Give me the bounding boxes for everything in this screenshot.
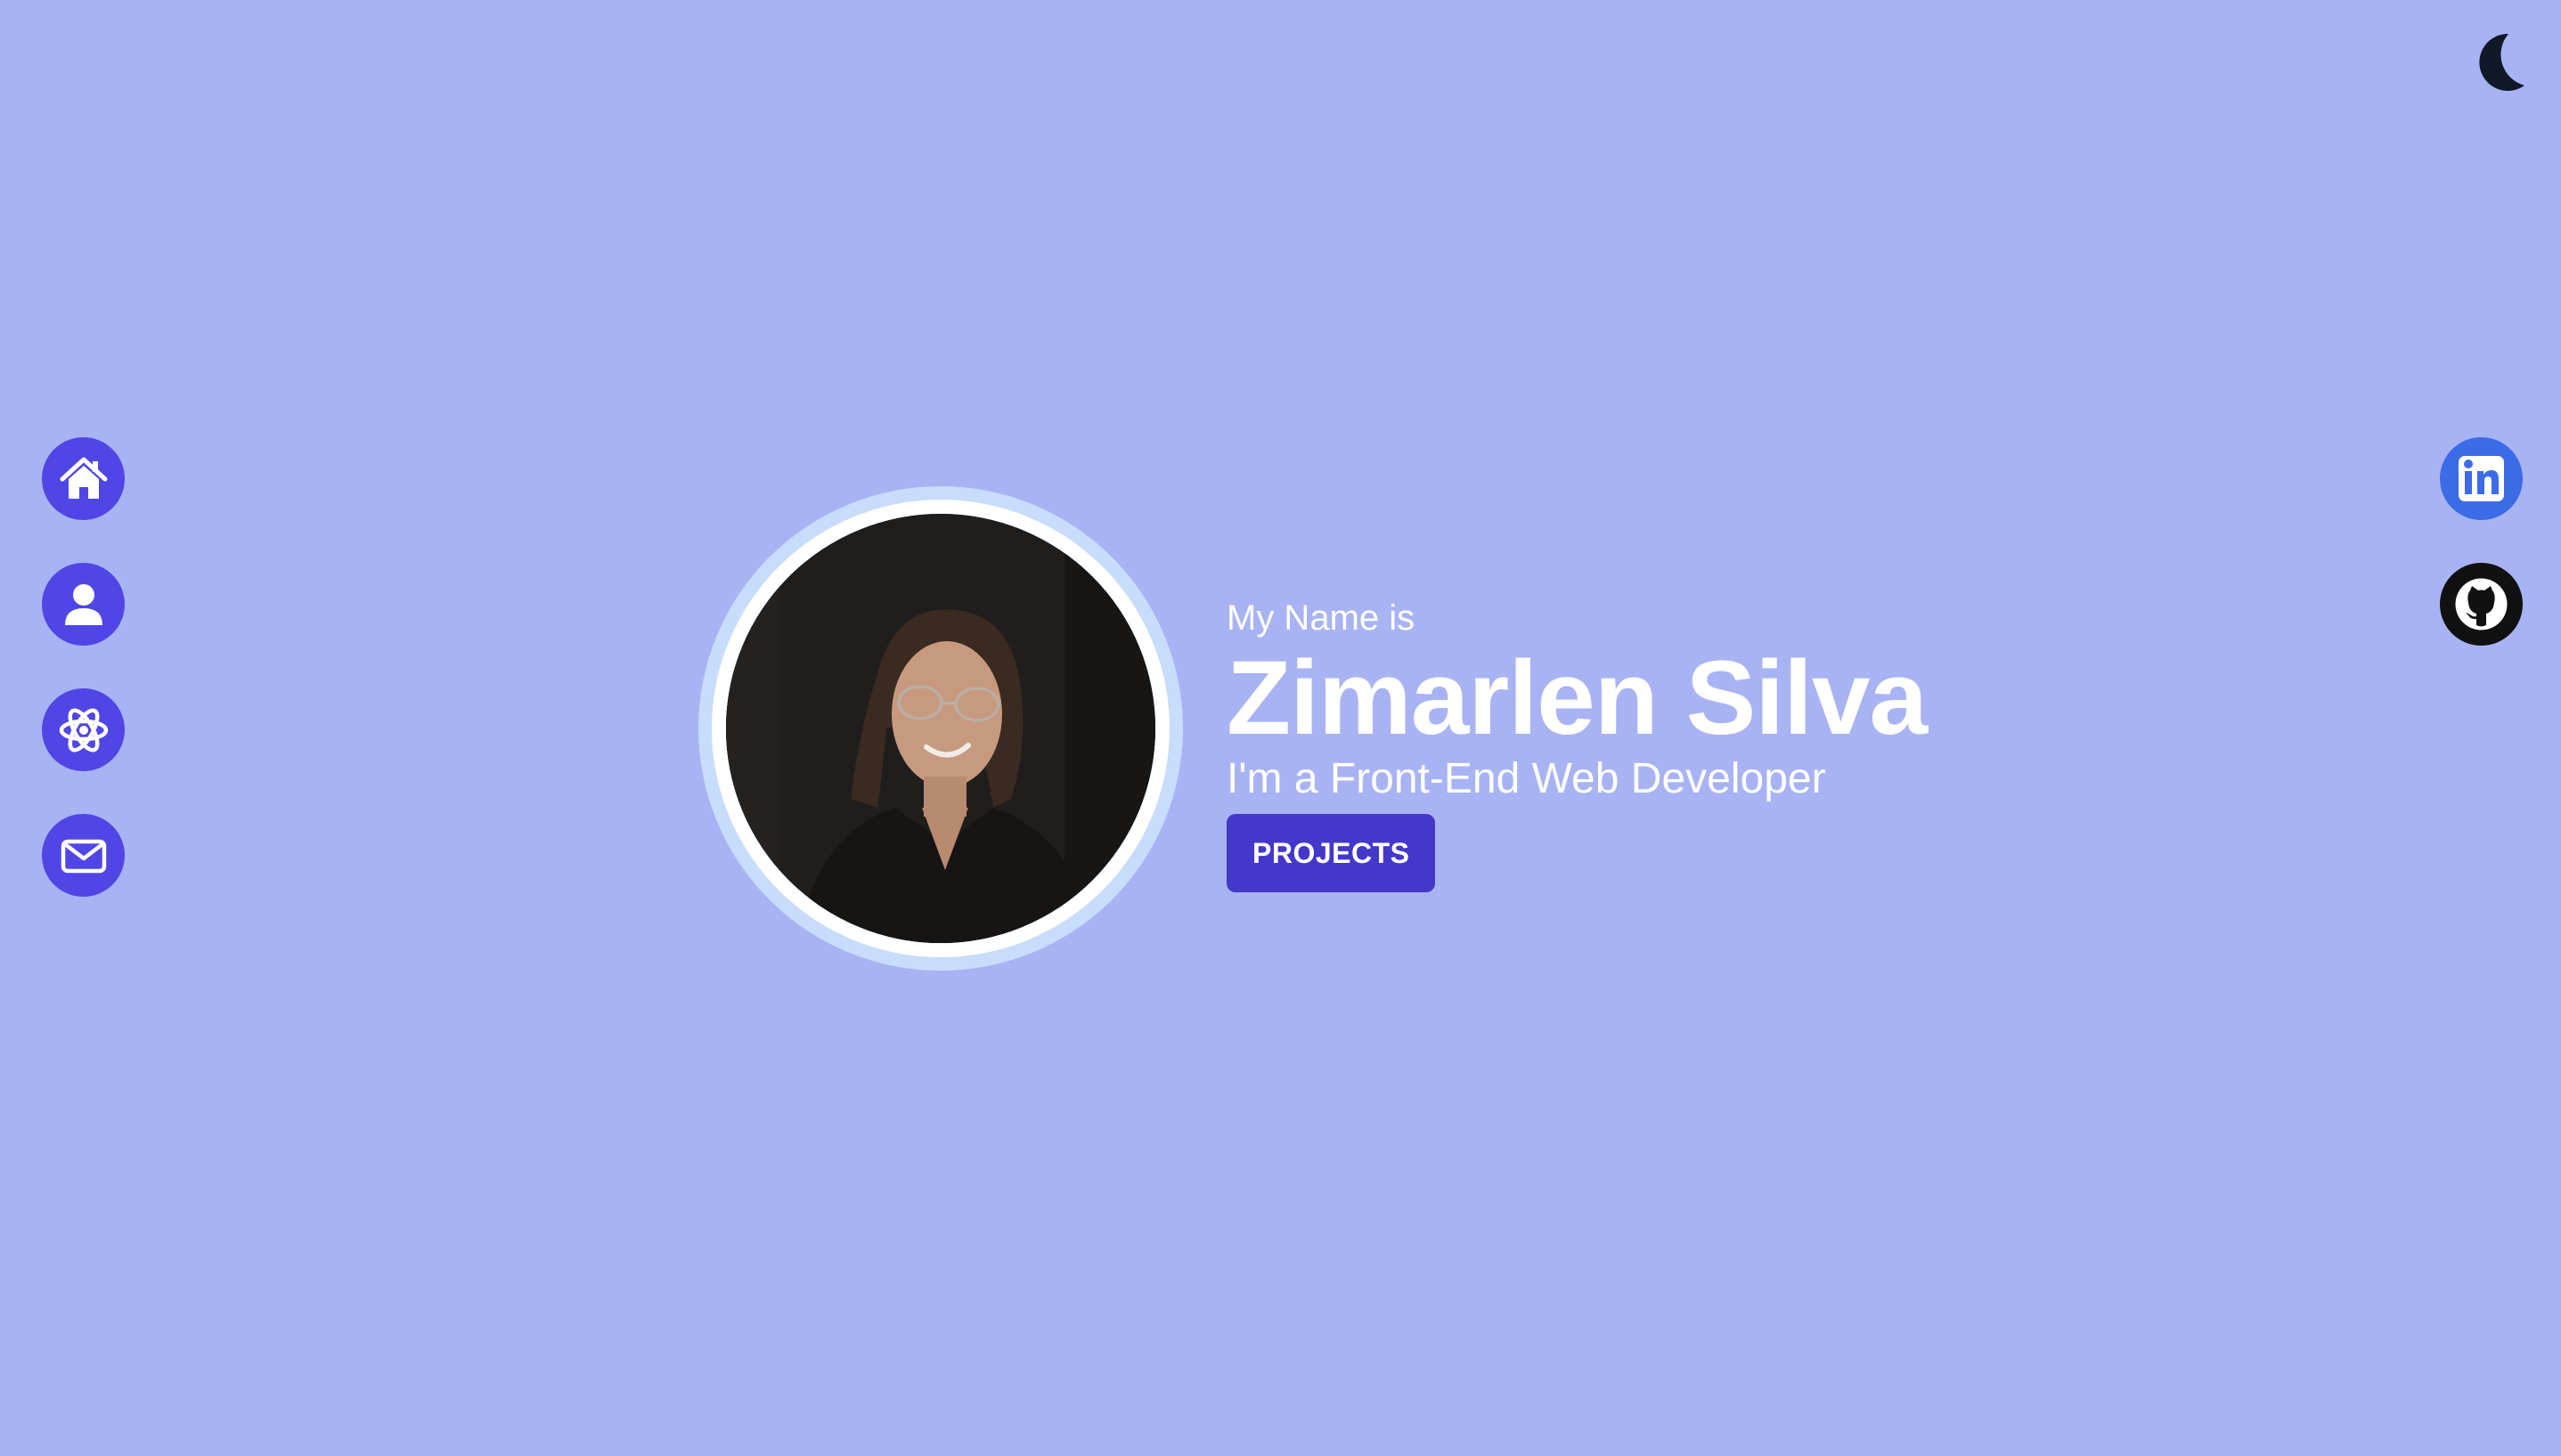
moon-icon[interactable] bbox=[2467, 27, 2530, 98]
hero-name: Zimarlen Silva bbox=[1227, 639, 1928, 757]
nav-contact-button[interactable] bbox=[42, 814, 125, 897]
nav-skills-button[interactable] bbox=[42, 688, 125, 771]
side-nav bbox=[42, 437, 125, 897]
greeting-text: My Name is bbox=[1227, 598, 1415, 638]
nav-home-button[interactable] bbox=[42, 437, 125, 520]
home-icon bbox=[60, 457, 107, 499]
social-links bbox=[2440, 437, 2523, 646]
portrait-image bbox=[726, 514, 1155, 943]
linkedin-icon bbox=[2440, 437, 2523, 520]
github-icon bbox=[2440, 563, 2523, 646]
nav-about-button[interactable] bbox=[42, 563, 125, 646]
profile-photo-image bbox=[726, 514, 1155, 943]
projects-button[interactable]: PROJECTS bbox=[1227, 814, 1436, 892]
user-icon bbox=[64, 583, 102, 625]
hero-intro: My Name is Zimarlen Silva I'm a Front-En… bbox=[1227, 597, 1928, 892]
hero-role: I'm a Front-End Web Developer bbox=[1227, 755, 1826, 802]
atom-icon bbox=[59, 708, 108, 752]
profile-photo bbox=[698, 486, 1183, 971]
mail-icon bbox=[61, 839, 106, 873]
profile-photo-ring bbox=[712, 500, 1170, 957]
github-link[interactable] bbox=[2440, 563, 2523, 646]
linkedin-link[interactable] bbox=[2440, 437, 2523, 520]
